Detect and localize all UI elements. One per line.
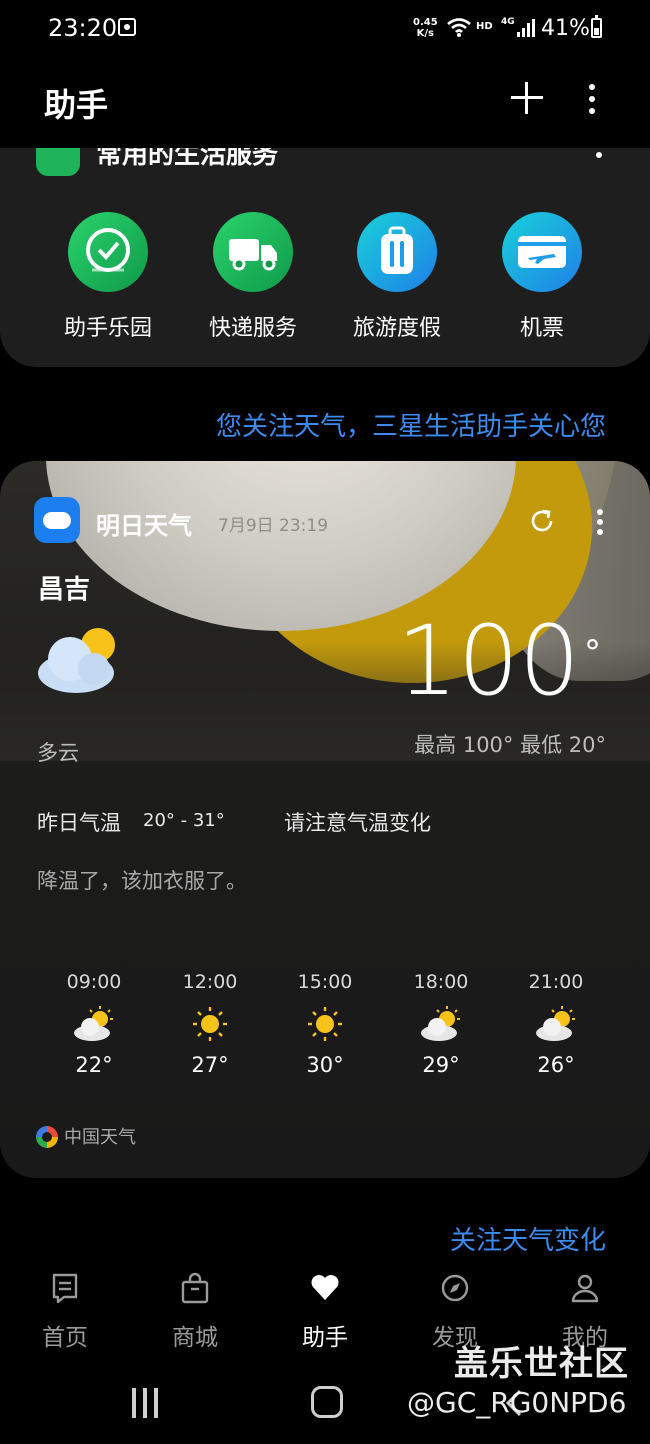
yesterday-range: 20° - 31°	[143, 810, 225, 831]
high-low-temperature: 最高 100° 最低 20°	[414, 733, 606, 757]
add-icon[interactable]	[511, 82, 543, 114]
weather-updated-time: 7月9日 23:19	[218, 516, 329, 536]
service-label: 助手乐园	[63, 316, 152, 341]
battery-icon	[591, 15, 602, 38]
degree-symbol: °	[584, 633, 601, 673]
hour-temp: 26°	[537, 1053, 575, 1077]
tab-label: 首页	[42, 1325, 88, 1351]
service-label: 旅游度假	[352, 316, 441, 341]
hour-temp: 30°	[306, 1053, 344, 1077]
china-weather-logo-icon	[36, 1126, 58, 1148]
current-temperature: 100	[396, 605, 580, 717]
hour-time: 12:00	[182, 971, 238, 993]
follow-weather-link[interactable]: 关注天气变化	[450, 1220, 606, 1257]
tab-label: 助手	[302, 1325, 348, 1351]
tab-label: 商城	[172, 1325, 218, 1351]
sun-icon	[193, 1007, 227, 1041]
hourly-forecast-item: 12:00 27°	[165, 971, 255, 1077]
recent-apps-button[interactable]	[130, 1388, 160, 1418]
city-name: 昌吉	[38, 575, 91, 605]
services-more-icon[interactable]	[590, 146, 610, 166]
hour-time: 18:00	[413, 971, 469, 993]
shopping-bag-icon	[181, 1272, 209, 1304]
watermark-user: @GC_RG0NPD6	[407, 1386, 627, 1419]
yesterday-label: 昨日气温	[37, 811, 121, 835]
service-assistant-park[interactable]: 助手乐园	[48, 212, 168, 342]
temperature-notice: 请注意气温变化	[284, 811, 431, 835]
partly-cloudy-icon	[536, 1006, 575, 1041]
partly-cloudy-icon	[74, 1006, 113, 1041]
weather-source-label: 中国天气	[64, 1127, 136, 1148]
hd-indicator: HD	[476, 21, 493, 32]
battery-percent: 41%	[541, 16, 590, 41]
hour-temp: 27°	[191, 1053, 229, 1077]
hour-time: 21:00	[528, 971, 584, 993]
service-flight[interactable]: 机票	[482, 212, 602, 342]
hourly-forecast-item: 21:00 26°	[511, 971, 601, 1077]
watermark-community: 盖乐世社区	[454, 1344, 629, 1384]
home-book-icon	[52, 1273, 78, 1304]
weather-condition: 多云	[37, 741, 79, 765]
signal-icon	[517, 19, 535, 37]
hourly-forecast-item: 18:00 29°	[396, 971, 486, 1077]
speed-value: 0.45	[413, 17, 438, 28]
status-time: 23:20	[48, 14, 118, 42]
page-title: 助手	[44, 86, 109, 124]
hourly-forecast-item: 15:00 30°	[280, 971, 370, 1077]
tab-mall[interactable]: 商城	[145, 1272, 245, 1352]
partly-cloudy-icon	[38, 628, 115, 693]
weather-card-title: 明日天气	[96, 512, 192, 540]
hour-temp: 22°	[75, 1053, 113, 1077]
home-button[interactable]	[311, 1386, 343, 1418]
weather-tip: 降温了，该加衣服了。	[37, 869, 247, 893]
hourly-forecast-item: 09:00 22°	[49, 971, 139, 1077]
speed-unit: K/s	[416, 28, 435, 39]
heart-icon	[311, 1275, 339, 1300]
wifi-icon	[447, 18, 471, 37]
service-travel[interactable]: 旅游度假	[337, 212, 457, 342]
weather-more-icon[interactable]	[588, 507, 612, 537]
life-services-card: 常用的生活服务 助手乐园 快递服务 旅游度假 机票	[0, 110, 650, 367]
clock-check-icon	[68, 212, 148, 292]
luggage-icon	[357, 212, 437, 292]
service-express[interactable]: 快递服务	[193, 212, 313, 342]
weather-app-icon	[34, 497, 80, 543]
hour-temp: 29°	[422, 1053, 460, 1077]
airplane-ticket-icon	[502, 212, 582, 292]
refresh-icon[interactable]	[528, 507, 556, 535]
partly-cloudy-icon	[421, 1006, 460, 1041]
tab-home[interactable]: 首页	[15, 1272, 115, 1352]
hour-time: 09:00	[66, 971, 122, 993]
sun-icon	[308, 1007, 342, 1041]
compass-icon	[441, 1274, 469, 1302]
person-icon	[571, 1274, 599, 1303]
notification-icon	[118, 18, 136, 36]
service-label: 快递服务	[208, 316, 297, 341]
follow-weather-tip: 您关注天气，三星生活助手关心您	[215, 412, 606, 442]
tab-assistant[interactable]: 助手	[275, 1272, 375, 1352]
network-speed: 0.45 K/s	[413, 17, 438, 39]
status-bar: 23:20 0.45 K/s HD 4G 41%	[0, 0, 650, 60]
truck-icon	[213, 212, 293, 292]
hour-time: 15:00	[297, 971, 353, 993]
weather-card[interactable]: 明日天气 7月9日 23:19 昌吉 100 ° 多云 最高 100° 最低 2…	[0, 461, 650, 1178]
app-bar: 助手	[0, 60, 650, 148]
service-label: 机票	[519, 316, 564, 341]
weather-source: 中国天气	[36, 1123, 136, 1149]
network-type: 4G	[501, 17, 515, 27]
more-options-icon[interactable]	[580, 82, 604, 116]
